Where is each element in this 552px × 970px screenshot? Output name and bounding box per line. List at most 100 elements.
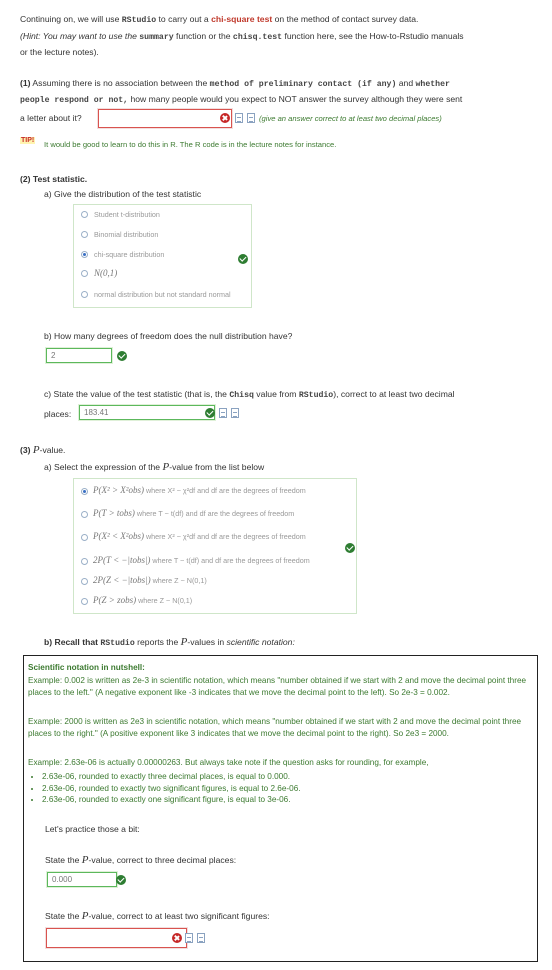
- q3b-text: b) Recall that: [44, 637, 101, 647]
- sci-list-item: 2.63e-06, rounded to exactly one signifi…: [42, 794, 532, 806]
- radio-pvalue-1[interactable]: [81, 488, 88, 495]
- sci-list: 2.63e-06, rounded to exactly three decim…: [28, 771, 532, 806]
- q3a-text: a) Select the expression of the: [44, 462, 163, 472]
- sci-list-item: 2.63e-06, rounded to exactly two signifi…: [42, 783, 532, 795]
- q3-number: (3): [20, 445, 33, 455]
- q2-heading: (2) Test statistic.: [20, 174, 88, 184]
- q3b-label: b) Recall that RStudio reports the P-val…: [44, 636, 295, 648]
- pvalue-desc: where Z ~ N(0,1): [136, 596, 193, 605]
- radio-pvalue-5[interactable]: [81, 578, 88, 585]
- q1-answer-input[interactable]: [98, 109, 232, 128]
- correct-icon: [116, 875, 126, 885]
- p-symbol: P: [81, 910, 89, 922]
- document-icon[interactable]: [235, 113, 243, 123]
- tip-badge: TIP!: [20, 137, 36, 144]
- hint-text: function here, see the How-to-Rstudio ma…: [282, 31, 464, 41]
- tip-text: It would be good to learn to do this in …: [44, 140, 337, 149]
- pvalue-expr: P(X² < X²obs): [93, 531, 144, 541]
- intro-line: Continuing on, we will use RStudio to ca…: [20, 14, 418, 25]
- sci-example-3: Example: 2.63e-06 is actually 0.00000263…: [28, 758, 429, 767]
- q1-line2: people respond or not, how many people w…: [20, 94, 462, 105]
- q3-text: -value.: [39, 445, 66, 455]
- radio-binomial[interactable]: [81, 231, 88, 238]
- q3b-text: scientific notation:: [226, 637, 295, 647]
- radio-pvalue-3[interactable]: [81, 534, 88, 541]
- code-rstudio: RStudio: [121, 16, 157, 25]
- code-whether: whether: [415, 80, 450, 89]
- sci-example-1: Example: 0.002 is written as 2e-3 in sci…: [28, 676, 527, 697]
- pvalue-expr: 2P(T < −|tobs|): [93, 555, 151, 565]
- pvalue-expr: P(T > tobs): [93, 508, 135, 518]
- sig-label: State the P-value, correct to at least t…: [45, 910, 270, 922]
- code-method-contact: method of preliminary contact (if any): [209, 80, 397, 89]
- pvalue-sigfig-input[interactable]: [46, 928, 187, 948]
- q1-text: how many people would you expect to NOT …: [128, 94, 463, 104]
- correct-icon: [205, 408, 215, 418]
- pvalue-desc: where Z ~ N(0,1): [150, 576, 207, 585]
- p3-text: State the: [45, 855, 82, 865]
- intro-text: Continuing on, we will use: [20, 14, 122, 24]
- q1-line1: (1) Assuming there is no association bet…: [20, 78, 450, 89]
- q2b-label: b) How many degrees of freedom does the …: [44, 331, 293, 341]
- q1-number: (1): [20, 78, 31, 88]
- radio-pvalue-4[interactable]: [81, 558, 88, 565]
- q1-note: (give an answer correct to at least two …: [259, 114, 442, 123]
- pvalue-desc: where T ~ t(df) and df are the degrees o…: [150, 556, 310, 565]
- q1-text: Assuming there is no association between…: [30, 78, 210, 88]
- q2c-text: value from: [253, 389, 299, 399]
- code-people-respond: people respond or not,: [20, 96, 129, 105]
- scientific-notation-box: Scientific notation in nutshell: Example…: [23, 655, 538, 962]
- wrong-icon: [220, 113, 230, 123]
- wrong-icon: [172, 933, 182, 943]
- test-statistic-input[interactable]: 183.41: [79, 405, 215, 420]
- practice-text: Let's practice those a bit:: [45, 824, 140, 834]
- pvalue-options: [73, 478, 357, 614]
- intro-text: to carry out a: [156, 14, 212, 24]
- pvalue-desc: where T ~ t(df) and df are the degrees o…: [134, 509, 295, 518]
- question-page: Continuing on, we will use RStudio to ca…: [0, 0, 552, 970]
- sig-text: -value, correct to at least two signific…: [88, 911, 270, 921]
- pvalue-expr: P(Z > zobs): [93, 595, 137, 605]
- q2c-text: ), correct to at least two decimal: [333, 389, 455, 399]
- option-label: chi-square distribution: [94, 250, 165, 259]
- q3a-text: -value from the list below: [169, 462, 265, 472]
- radio-pvalue-6[interactable]: [81, 598, 88, 605]
- option-label: Binomial distribution: [94, 230, 159, 239]
- radio-normal-01[interactable]: [81, 270, 88, 277]
- hint-text: (Hint: You may want to use the: [20, 31, 140, 41]
- document-icon[interactable]: [197, 933, 205, 943]
- p3-label: State the P-value, correct to three deci…: [45, 854, 236, 866]
- chi-square-highlight: chi-square test: [211, 14, 273, 24]
- q1-text: and: [396, 78, 416, 88]
- code-chisq: Chisq: [229, 391, 254, 400]
- document-icon[interactable]: [247, 113, 255, 123]
- hint-text: or the lecture notes).: [20, 47, 99, 57]
- option-label: N(0,1): [94, 268, 118, 278]
- intro-text: on the method of contact survey data.: [272, 14, 419, 24]
- document-icon[interactable]: [185, 933, 193, 943]
- document-icon[interactable]: [231, 408, 239, 418]
- q2c-text: places:: [44, 409, 72, 419]
- q3b-text: -values in: [187, 637, 227, 647]
- option-label: normal distribution but not standard nor…: [94, 290, 231, 299]
- q2c-label: c) State the value of the test statistic…: [44, 389, 455, 400]
- p-symbol: P: [32, 444, 40, 456]
- document-icon[interactable]: [219, 408, 227, 418]
- q3a-label: a) Select the expression of the P-value …: [44, 461, 264, 473]
- pvalue-3dp-input[interactable]: 0.000: [47, 872, 117, 887]
- pvalue-expr: 2P(Z < −|tobs|): [93, 575, 151, 585]
- q2c-text: c) State the value of the test statistic…: [44, 389, 230, 399]
- sig-text: State the: [45, 911, 82, 921]
- p3-text: -value, correct to three decimal places:: [88, 855, 237, 865]
- radio-chi-square[interactable]: [81, 251, 88, 258]
- hint-line: (Hint: You may want to use the summary f…: [20, 31, 464, 42]
- df-input[interactable]: 2: [46, 348, 112, 363]
- q3-heading: (3) P-value.: [20, 444, 65, 456]
- sci-example-2: Example: 2000 is written as 2e3 in scien…: [28, 717, 522, 738]
- sci-title: Scientific notation in nutshell:: [28, 663, 145, 672]
- radio-pvalue-2[interactable]: [81, 511, 88, 518]
- correct-icon: [345, 543, 355, 553]
- q1-text: a letter about it?: [20, 113, 82, 123]
- radio-normal-nonstandard[interactable]: [81, 291, 88, 298]
- radio-t-dist[interactable]: [81, 211, 88, 218]
